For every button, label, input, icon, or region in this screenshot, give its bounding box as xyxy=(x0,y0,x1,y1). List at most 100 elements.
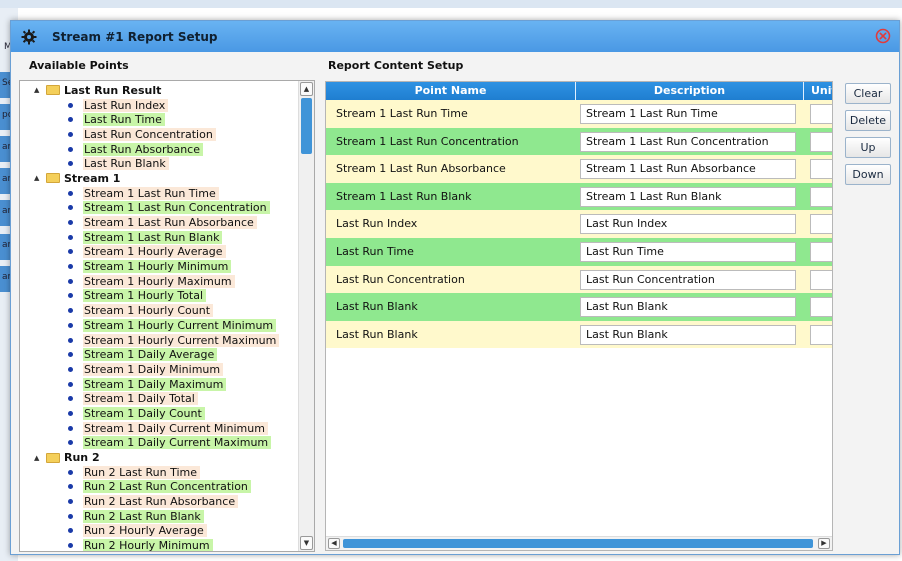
tree-group-label: Run 2 xyxy=(64,451,100,465)
description-field[interactable]: Last Run Index xyxy=(580,214,796,235)
collapse-arrow-icon[interactable]: ▲ xyxy=(34,454,42,462)
bullet-icon xyxy=(68,513,73,519)
description-field[interactable]: Last Run Concentration xyxy=(580,269,796,290)
point-name-cell: Last Run Index xyxy=(336,217,418,231)
tree-item[interactable]: Stream 1 Daily Total xyxy=(20,391,298,406)
tree-group[interactable]: ▲ Stream 1 xyxy=(20,171,298,186)
table-row[interactable]: Last Run Concentration Last Run Concentra… xyxy=(326,265,832,294)
description-field[interactable]: Last Run Blank xyxy=(580,324,796,345)
table-row[interactable]: Last Run Time Last Run Time xyxy=(326,238,832,266)
point-name-cell: Last Run Time xyxy=(336,245,414,258)
table-row[interactable]: Last Run Blank Last Run Blank xyxy=(326,320,832,349)
tree-item[interactable]: Stream 1 Daily Count xyxy=(20,406,298,421)
tree-item-label: Stream 1 Last Run Absorbance xyxy=(83,216,257,230)
bullet-icon xyxy=(68,146,73,152)
available-points-tree[interactable]: ▲ Last Run Result Last Run Index Last Run T… xyxy=(19,80,315,552)
tree-item-label: Last Run Absorbance xyxy=(83,142,203,156)
bullet-icon xyxy=(68,264,73,270)
scroll-down-arrow-icon[interactable]: ▼ xyxy=(300,536,313,550)
tree-item[interactable]: Stream 1 Last Run Absorbance xyxy=(20,215,298,230)
tree-item[interactable]: Run 2 Hourly Average xyxy=(20,524,298,539)
tree-item[interactable]: Stream 1 Hourly Minimum xyxy=(20,259,298,274)
tree-item[interactable]: Run 2 Last Run Absorbance xyxy=(20,494,298,509)
tree-item[interactable]: Last Run Time xyxy=(20,112,298,127)
unit-field[interactable] xyxy=(810,159,832,180)
tree-item[interactable]: Run 2 Last Run Time xyxy=(20,465,298,480)
background-window-strip xyxy=(0,0,902,8)
table-row[interactable]: Stream 1 Last Run Time Stream 1 Last Run … xyxy=(326,100,832,128)
tree-item[interactable]: Stream 1 Hourly Count xyxy=(20,303,298,318)
collapse-arrow-icon[interactable]: ▲ xyxy=(34,174,42,182)
bullet-icon xyxy=(68,396,73,402)
up-button[interactable]: Up xyxy=(845,137,891,158)
unit-field[interactable] xyxy=(810,269,832,290)
tree-item[interactable]: Run 2 Last Run Blank xyxy=(20,509,298,524)
table-row[interactable]: Last Run Index Last Run Index xyxy=(326,210,832,238)
tree-item[interactable]: Stream 1 Hourly Total xyxy=(20,289,298,304)
column-header-unit[interactable]: Unit xyxy=(804,82,832,100)
dialog-title-bar[interactable]: Stream #1 Report Setup xyxy=(11,21,899,52)
tree-item[interactable]: Last Run Index xyxy=(20,98,298,113)
down-button[interactable]: Down xyxy=(845,164,891,185)
tree-item[interactable]: Stream 1 Daily Minimum xyxy=(20,362,298,377)
tree-item-label: Stream 1 Daily Total xyxy=(83,392,198,406)
tree-item[interactable]: Stream 1 Hourly Current Minimum xyxy=(20,318,298,333)
tree-item[interactable]: Stream 1 Last Run Time xyxy=(20,186,298,201)
point-name-cell: Last Run Blank xyxy=(336,327,418,341)
clear-button[interactable]: Clear xyxy=(845,83,891,104)
unit-field[interactable] xyxy=(810,242,832,262)
tree-scroll-thumb[interactable] xyxy=(301,98,312,154)
scroll-right-arrow-icon[interactable]: ▶ xyxy=(818,538,830,549)
description-field[interactable]: Stream 1 Last Run Concentration xyxy=(580,131,796,152)
tree-group[interactable]: ▲ Last Run Result xyxy=(20,83,298,98)
tree-item[interactable]: Stream 1 Daily Current Minimum xyxy=(20,421,298,436)
unit-field[interactable] xyxy=(810,104,832,124)
tree-item[interactable]: Stream 1 Daily Current Maximum xyxy=(20,436,298,451)
tree-vertical-scrollbar[interactable]: ▲ ▼ xyxy=(298,81,314,551)
close-icon[interactable] xyxy=(875,28,891,44)
tree-group[interactable]: ▲ Run 2 xyxy=(20,450,298,465)
table-row[interactable]: Last Run Blank Last Run Blank xyxy=(326,293,832,321)
table-row[interactable]: Stream 1 Last Run Concentration Stream 1 … xyxy=(326,127,832,156)
tree-item[interactable]: Stream 1 Last Run Concentration xyxy=(20,201,298,216)
tree-item[interactable]: Stream 1 Hourly Maximum xyxy=(20,274,298,289)
grid-horizontal-scrollbar[interactable]: ◀ ▶ xyxy=(326,536,832,550)
unit-field[interactable] xyxy=(810,214,832,235)
scroll-left-arrow-icon[interactable]: ◀ xyxy=(328,538,340,549)
column-header-description[interactable]: Description xyxy=(576,82,804,100)
tree-item[interactable]: Stream 1 Hourly Average xyxy=(20,245,298,260)
tree-item-label: Stream 1 Daily Maximum xyxy=(83,377,227,391)
tree-item[interactable]: Stream 1 Daily Average xyxy=(20,347,298,362)
bullet-icon xyxy=(68,220,73,226)
delete-button[interactable]: Delete xyxy=(845,110,891,131)
table-row[interactable]: Stream 1 Last Run Blank Stream 1 Last Run… xyxy=(326,182,832,211)
unit-field[interactable] xyxy=(810,297,832,318)
description-field[interactable]: Stream 1 Last Run Blank xyxy=(580,186,796,207)
table-row[interactable]: Stream 1 Last Run Absorbance Stream 1 Las… xyxy=(326,155,832,183)
tree-item[interactable]: Last Run Concentration xyxy=(20,127,298,142)
column-header-point-name[interactable]: Point Name xyxy=(326,82,576,100)
unit-field[interactable] xyxy=(810,324,832,345)
description-field[interactable]: Last Run Blank xyxy=(580,297,796,318)
tree-item-label: Stream 1 Daily Current Maximum xyxy=(83,436,272,450)
tree-item-label: Stream 1 Daily Average xyxy=(83,348,218,362)
point-name-cell: Stream 1 Last Run Absorbance xyxy=(336,162,506,176)
tree-item[interactable]: Last Run Blank xyxy=(20,156,298,171)
scroll-up-arrow-icon[interactable]: ▲ xyxy=(300,82,313,96)
tree-item[interactable]: Last Run Absorbance xyxy=(20,142,298,157)
tree-item[interactable]: Run 2 Hourly Minimum xyxy=(20,538,298,551)
tree-item[interactable]: Run 2 Last Run Concentration xyxy=(20,480,298,495)
collapse-arrow-icon[interactable]: ▲ xyxy=(34,86,42,94)
tree-item[interactable]: Stream 1 Daily Maximum xyxy=(20,377,298,392)
tree-item-label: Stream 1 Hourly Maximum xyxy=(83,274,235,288)
unit-field[interactable] xyxy=(810,131,832,152)
bullet-icon xyxy=(68,278,73,284)
tree-item[interactable]: Stream 1 Last Run Blank xyxy=(20,230,298,245)
grid-scroll-thumb[interactable] xyxy=(343,539,813,548)
unit-field[interactable] xyxy=(810,186,832,207)
tree-item[interactable]: Stream 1 Hourly Current Maximum xyxy=(20,333,298,348)
description-field[interactable]: Stream 1 Last Run Time xyxy=(580,104,796,124)
report-setup-dialog: Stream #1 Report Setup Available Points … xyxy=(10,20,900,555)
description-field[interactable]: Stream 1 Last Run Absorbance xyxy=(580,159,796,180)
description-field[interactable]: Last Run Time xyxy=(580,242,796,262)
